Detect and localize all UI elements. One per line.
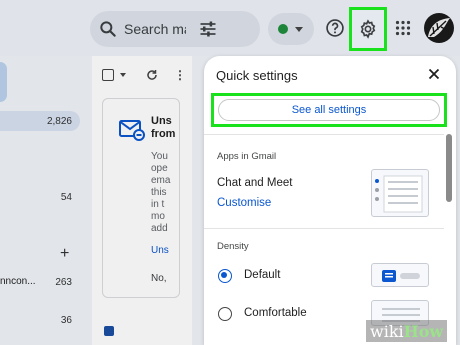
divider (204, 134, 444, 135)
sidebar-count: 36 (60, 315, 72, 326)
unsubscribe-link[interactable]: Uns (151, 245, 169, 256)
density-comfortable-label[interactable]: Comfortable (244, 307, 307, 319)
apps-preview-image (375, 175, 423, 213)
email-card-body: You ope ema this in t mo add (151, 151, 171, 234)
compose-button-edge[interactable] (0, 62, 7, 102)
apps-grid-icon[interactable] (395, 20, 411, 36)
density-default-radio[interactable] (218, 269, 232, 283)
inbox-count: 2,826 (46, 116, 72, 127)
chevron-down-icon[interactable] (120, 73, 126, 77)
apps-section-heading: Apps in Gmail (217, 151, 277, 162)
quick-settings-title: Quick settings (216, 68, 298, 83)
help-icon[interactable] (325, 18, 345, 38)
decline-link[interactable]: No, (151, 273, 167, 284)
customise-link[interactable]: Customise (217, 197, 271, 209)
chevron-down-icon (295, 27, 303, 32)
see-all-settings-highlight: See all settings (211, 93, 447, 127)
quick-settings-panel: Quick settings See all settings Apps in … (204, 56, 456, 345)
sidebar-label[interactable]: nncon... (0, 276, 36, 287)
gear-icon (360, 19, 376, 39)
active-status-dot (278, 24, 288, 34)
settings-button[interactable] (349, 7, 387, 51)
density-default-preview-image (382, 270, 420, 282)
apps-preview-thumbnail[interactable] (371, 169, 429, 217)
search-icon (100, 21, 116, 37)
density-comfortable-radio[interactable] (218, 307, 232, 321)
density-section-heading: Density (217, 241, 249, 252)
avatar[interactable] (424, 13, 454, 43)
add-label-icon[interactable]: + (60, 245, 69, 263)
watermark: wiki How (366, 320, 448, 342)
avatar-leaf-image (428, 18, 450, 37)
email-card[interactable]: Uns from You ope ema this in t mo add Un… (102, 98, 180, 298)
unsubscribe-mail-icon (119, 120, 145, 141)
search-options-icon[interactable] (198, 19, 218, 39)
more-options-icon[interactable]: ⋮ (174, 68, 186, 82)
status-selector[interactable] (268, 13, 314, 45)
density-default-label[interactable]: Default (244, 269, 280, 281)
divider (204, 228, 444, 229)
search-placeholder: Search ma (124, 21, 186, 37)
select-all-checkbox[interactable] (102, 69, 114, 81)
chat-meet-label: Chat and Meet (217, 177, 293, 189)
search-bar[interactable]: Search ma (90, 11, 260, 47)
message-list-panel: ⋮ Uns from You ope ema this in t mo add … (92, 56, 279, 345)
refresh-icon[interactable] (146, 69, 158, 81)
email-card-title: Uns from (151, 115, 176, 140)
sidebar-count: 54 (60, 192, 72, 203)
list-toolbar: ⋮ (102, 68, 186, 82)
density-default-preview[interactable] (371, 263, 429, 287)
sidebar-count: 263 (55, 277, 72, 288)
side-panel-icon[interactable] (104, 326, 114, 336)
see-all-settings-button[interactable]: See all settings (218, 99, 440, 121)
quick-settings-scrollbar[interactable] (446, 134, 452, 202)
close-icon[interactable] (428, 68, 440, 80)
